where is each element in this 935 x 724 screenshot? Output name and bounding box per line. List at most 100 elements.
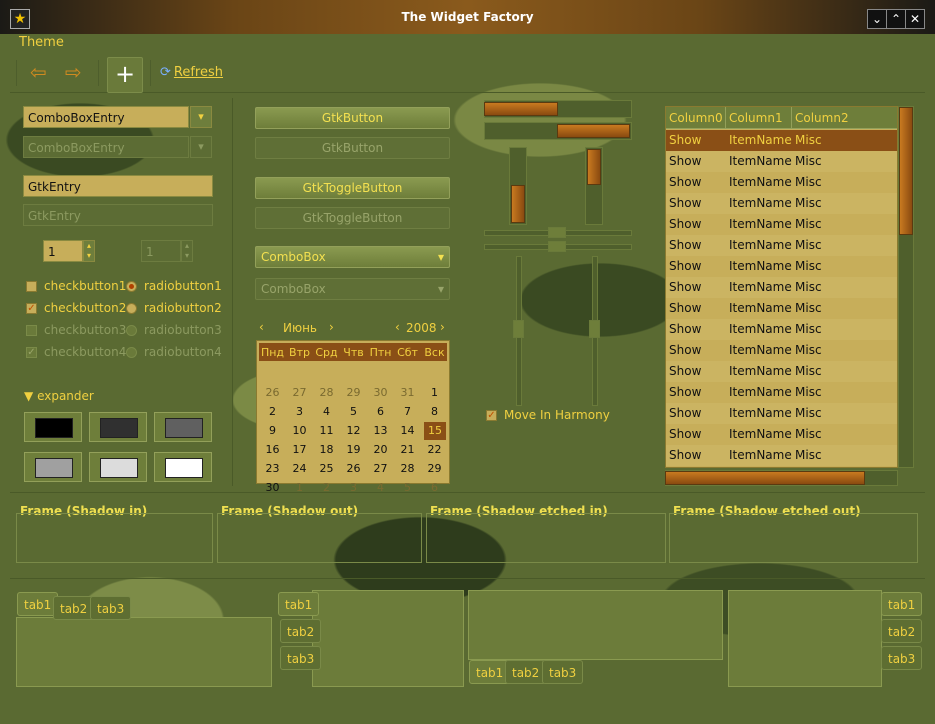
- move-in-harmony-checkbox[interactable]: ✓: [486, 410, 497, 421]
- color-button-gray[interactable]: [154, 412, 212, 442]
- table-row[interactable]: Show ItemName Misc: [666, 193, 897, 214]
- table-row[interactable]: Show ItemName Misc: [666, 445, 897, 466]
- calendar-day[interactable]: 20: [367, 443, 394, 456]
- slider-handle[interactable]: [513, 320, 524, 338]
- calendar-day[interactable]: 13: [367, 424, 394, 437]
- add-button[interactable]: +: [107, 57, 143, 93]
- calendar-day[interactable]: 18: [313, 443, 340, 456]
- tab-3[interactable]: tab3: [90, 596, 132, 620]
- calendar-day[interactable]: 30: [367, 386, 394, 399]
- calendar-day[interactable]: 10: [286, 424, 313, 437]
- table-row[interactable]: Show ItemName Misc: [666, 151, 897, 172]
- combo-box[interactable]: ComboBox ▾: [255, 246, 450, 268]
- refresh-button[interactable]: ⟳ Refresh: [160, 65, 223, 80]
- calendar-day[interactable]: 28: [313, 386, 340, 399]
- calendar-day[interactable]: 8: [421, 405, 448, 418]
- table-row[interactable]: Show ItemName Misc: [666, 424, 897, 445]
- calendar-day[interactable]: 22: [421, 443, 448, 456]
- calendar-day[interactable]: 2: [259, 405, 286, 418]
- color-button-lightgray[interactable]: [24, 452, 82, 482]
- combo-box-entry[interactable]: ComboBoxEntry: [23, 106, 189, 128]
- radiobutton1-dot[interactable]: [126, 281, 137, 292]
- calendar-day[interactable]: 26: [340, 462, 367, 475]
- checkbutton2-box[interactable]: ✓: [26, 303, 37, 314]
- tab-2[interactable]: tab2: [505, 660, 547, 684]
- table-row[interactable]: Show ItemName Misc: [666, 298, 897, 319]
- tab-2[interactable]: tab2: [881, 619, 923, 643]
- table-row[interactable]: Show ItemName Misc: [666, 382, 897, 403]
- calendar-day[interactable]: 29: [340, 386, 367, 399]
- scrollbar-thumb[interactable]: [899, 107, 913, 235]
- combo-box-entry-dropdown[interactable]: ▾: [190, 106, 212, 128]
- slider-handle[interactable]: [589, 320, 600, 338]
- table-row[interactable]: Show ItemName Misc: [666, 235, 897, 256]
- checkbutton1-box[interactable]: [26, 281, 37, 292]
- table-row[interactable]: Show ItemName Misc: [666, 361, 897, 382]
- calendar-day[interactable]: 28: [394, 462, 421, 475]
- table-row[interactable]: Show ItemName Misc: [666, 340, 897, 361]
- column-header-0[interactable]: Column0: [666, 107, 726, 129]
- calendar-day[interactable]: 19: [340, 443, 367, 456]
- calendar-day[interactable]: 1: [421, 386, 448, 399]
- calendar-day[interactable]: 25: [313, 462, 340, 475]
- column-header-2[interactable]: Column2: [792, 107, 897, 129]
- radiobutton2-label[interactable]: radiobutton2: [144, 301, 222, 315]
- tab-3[interactable]: tab3: [881, 646, 923, 670]
- checkbutton2-label[interactable]: checkbutton2: [44, 301, 126, 315]
- calendar-day[interactable]: 26: [259, 386, 286, 399]
- calendar-day[interactable]: 14: [394, 424, 421, 437]
- gtk-toggle-button[interactable]: GtkToggleButton: [255, 177, 450, 199]
- calendar-day[interactable]: 7: [394, 405, 421, 418]
- menu-theme[interactable]: Theme: [19, 35, 64, 50]
- calendar-day[interactable]: 31: [394, 386, 421, 399]
- scrollbar-thumb[interactable]: [665, 471, 865, 485]
- slider-handle[interactable]: [548, 241, 566, 252]
- prev-month-icon[interactable]: ‹: [259, 320, 264, 334]
- color-button-darkgray[interactable]: [89, 412, 147, 442]
- next-year-icon[interactable]: ›: [440, 320, 445, 334]
- radiobutton1-label[interactable]: radiobutton1: [144, 279, 222, 293]
- calendar-day[interactable]: 16: [259, 443, 286, 456]
- slider-handle[interactable]: [548, 227, 566, 238]
- tab-1[interactable]: tab1: [278, 592, 320, 616]
- tab-2[interactable]: tab2: [53, 596, 95, 620]
- table-row[interactable]: Show ItemName Misc: [666, 277, 897, 298]
- close-button[interactable]: ✕: [905, 9, 925, 29]
- tab-1[interactable]: tab1: [881, 592, 923, 616]
- tab-3[interactable]: tab3: [542, 660, 584, 684]
- table-row[interactable]: Show ItemName Misc: [666, 214, 897, 235]
- tab-2[interactable]: tab2: [280, 619, 322, 643]
- spin-button[interactable]: 1: [43, 240, 83, 262]
- table-row[interactable]: Show ItemName Misc: [666, 403, 897, 424]
- calendar-day[interactable]: 4: [313, 405, 340, 418]
- table-row[interactable]: Show ItemName Misc: [666, 319, 897, 340]
- checkbutton1-label[interactable]: checkbutton1: [44, 279, 126, 293]
- move-in-harmony-label[interactable]: Move In Harmony: [504, 408, 610, 422]
- color-button-black[interactable]: [24, 412, 82, 442]
- calendar-day[interactable]: 17: [286, 443, 313, 456]
- color-button-white[interactable]: [154, 452, 212, 482]
- calendar-day[interactable]: 12: [340, 424, 367, 437]
- calendar-day[interactable]: 21: [394, 443, 421, 456]
- back-arrow-icon[interactable]: ⇦: [30, 60, 47, 84]
- color-button-silver[interactable]: [89, 452, 147, 482]
- tab-3[interactable]: tab3: [280, 646, 322, 670]
- tree-view[interactable]: Column0 Column1 Column2 Show ItemName Misc…: [665, 106, 898, 468]
- calendar-day[interactable]: 3: [286, 405, 313, 418]
- radiobutton2-dot[interactable]: [126, 303, 137, 314]
- next-month-icon[interactable]: ›: [329, 320, 334, 334]
- forward-arrow-icon[interactable]: ⇨: [65, 60, 82, 84]
- calendar-day[interactable]: 29: [421, 462, 448, 475]
- calendar-day[interactable]: 27: [286, 386, 313, 399]
- prev-year-icon[interactable]: ‹: [395, 320, 400, 334]
- gtk-button[interactable]: GtkButton: [255, 107, 450, 129]
- spin-arrows-icon[interactable]: ▴ ▾: [83, 240, 95, 262]
- calendar-day[interactable]: 23: [259, 462, 286, 475]
- calendar-day[interactable]: 5: [340, 405, 367, 418]
- calendar-day[interactable]: 15: [424, 422, 446, 440]
- minimize-button[interactable]: ⌄: [867, 9, 887, 29]
- column-header-1[interactable]: Column1: [726, 107, 792, 129]
- maximize-button[interactable]: ⌃: [886, 9, 906, 29]
- calendar-day[interactable]: 11: [313, 424, 340, 437]
- calendar-day[interactable]: 9: [259, 424, 286, 437]
